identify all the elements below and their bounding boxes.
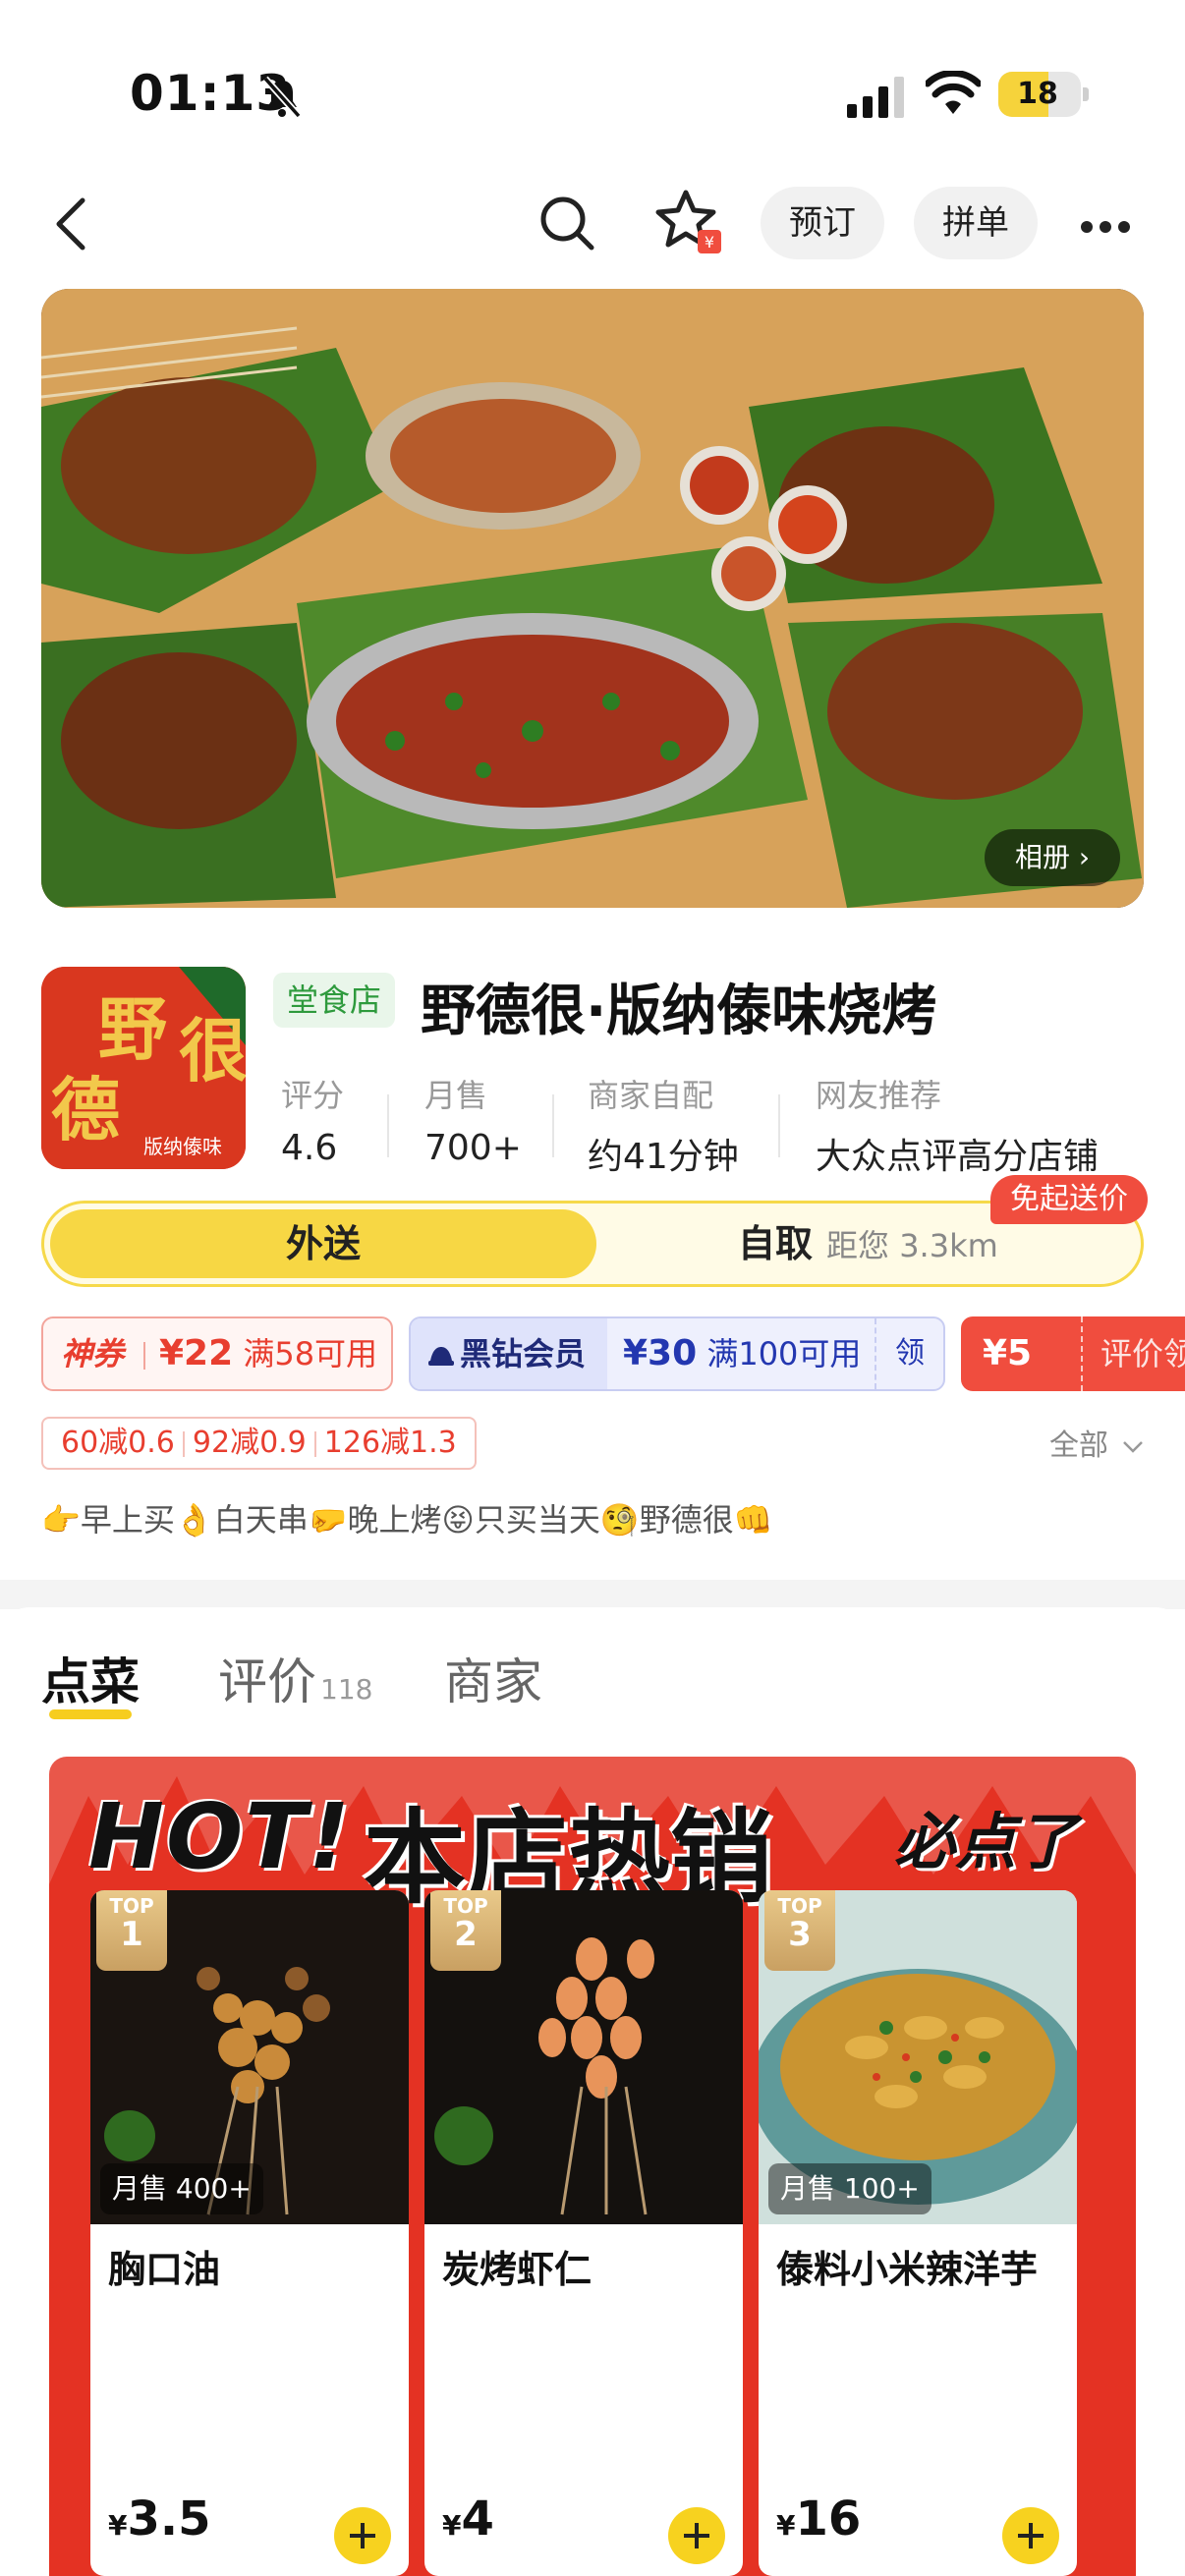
product-card[interactable]: TOP 2 炭烤虾仁 ¥4 <box>424 1890 743 2576</box>
status-bar: 01:13 18 <box>0 0 1185 187</box>
claim-button[interactable]: 领 <box>875 1318 943 1389</box>
stat-monthly-sales: 月售 700+ <box>424 1077 522 1168</box>
coupon-shenquan-condition: 满58可用 <box>243 1335 378 1372</box>
logo-char-2: 很 <box>179 1010 246 1092</box>
bbq-food-image <box>41 289 1144 908</box>
favorite-star-icon[interactable]: ¥ <box>652 187 725 259</box>
product-name: 炭烤虾仁 <box>442 2248 592 2291</box>
tab-order[interactable]: 点菜 <box>41 1643 140 1713</box>
product-price: ¥16 <box>776 2492 862 2547</box>
section-divider <box>0 1580 1185 1609</box>
more-icon[interactable] <box>1081 218 1140 233</box>
tab-reviews[interactable]: 评价 118 <box>218 1643 372 1713</box>
bell-muted-icon <box>262 76 302 119</box>
add-to-cart-button[interactable] <box>668 2507 725 2564</box>
vip-hat-icon <box>428 1347 454 1366</box>
coupon-review-text: 评价领 <box>1100 1335 1185 1372</box>
shop-name: 野德很·版纳傣味烧烤 <box>421 980 937 1043</box>
monthly-sold: 月售 400+ <box>100 2163 263 2214</box>
chevron-down-icon <box>1122 1440 1143 1453</box>
banner-signature: 必点了 <box>894 1806 1078 1877</box>
coupon-shenquan-tag: 神券 <box>61 1335 125 1372</box>
add-to-cart-button[interactable] <box>1002 2507 1059 2564</box>
logo-char-1: 野 <box>98 988 167 1070</box>
product-card[interactable]: TOP 3 月售 100+ 傣料小米辣洋芋 ¥16 <box>759 1890 1077 2576</box>
stat-recommendation[interactable]: 网友推荐 大众点评高分店铺 <box>816 1071 1099 1179</box>
logo-caption: 版纳傣味 <box>143 1135 222 1158</box>
coupon-review-amount: ¥5 <box>983 1333 1033 1373</box>
discount-rules: 60减0.6 92减0.9 126减1.3 <box>41 1417 477 1470</box>
hero-photo[interactable]: 相册 › <box>41 289 1144 908</box>
free-minimum-badge: 免起送价 <box>990 1175 1148 1224</box>
search-icon[interactable] <box>536 193 597 253</box>
stat-rating: 评分 4.6 <box>281 1077 345 1168</box>
stat-delivery-time: 商家自配 约41分钟 <box>588 1077 739 1177</box>
shop-slogan: 👉早上买👌白天串🤛晚上烤😝只买当天🧐野德很👊 <box>41 1501 773 1539</box>
group-order-button[interactable]: 拼单 <box>914 187 1038 259</box>
cellular-signal-icon <box>847 77 904 118</box>
all-offers-label: 全部 <box>1049 1428 1108 1463</box>
discount-item: 60减0.6 <box>61 1426 175 1460</box>
pickup-label: 自取 <box>738 1222 814 1265</box>
coupon-shenquan-amount: ¥22 <box>159 1333 234 1373</box>
tab-pickup[interactable]: 自取 距您 3.3km <box>738 1204 998 1284</box>
product-card[interactable]: TOP 1 月售 400+ 胸口油 ¥3.5 <box>90 1890 409 2576</box>
shop-stats: 评分 4.6 月售 700+ 商家自配 约41分钟 网友推荐 大众点评高分店铺 <box>281 1071 1146 1177</box>
rank-badge: TOP 1 <box>96 1890 167 1971</box>
shop-logo: 野 很 德 版纳傣味 <box>41 967 246 1169</box>
rank-badge: TOP 3 <box>764 1890 835 1971</box>
monthly-sold: 月售 100+ <box>768 2163 931 2214</box>
tab-delivery[interactable]: 外送 <box>50 1209 596 1278</box>
logo-char-3: 德 <box>51 1069 120 1150</box>
coupon-vip-condition: 满100可用 <box>706 1335 862 1372</box>
discount-item: 92减0.9 <box>192 1426 307 1460</box>
tab-reviews-label: 评价 <box>218 1653 316 1710</box>
svg-text:¥: ¥ <box>705 233 714 252</box>
product-name: 胸口油 <box>108 2248 221 2291</box>
tab-merchant[interactable]: 商家 <box>444 1643 542 1713</box>
coupon-review[interactable]: ¥5 评价领 <box>961 1316 1185 1391</box>
discount-item: 126减1.3 <box>323 1426 457 1460</box>
coupon-vip-amount: ¥30 <box>623 1333 698 1373</box>
album-button[interactable]: 相册 › <box>985 829 1120 886</box>
coupon-row: 神券 ¥22 满58可用 黑钻会员 ¥30 满100可用 领 ¥5 评价领 <box>41 1316 1185 1391</box>
dine-in-tag: 堂食店 <box>273 973 396 1028</box>
delivery-pickup-switch: 外送 自取 距您 3.3km <box>41 1201 1144 1287</box>
battery-indicator: 18 <box>998 72 1089 117</box>
product-price: ¥4 <box>442 2492 494 2547</box>
add-to-cart-button[interactable] <box>334 2507 391 2564</box>
back-icon[interactable] <box>49 195 98 253</box>
wifi-icon <box>926 71 981 114</box>
tab-reviews-count: 118 <box>320 1673 373 1706</box>
product-price: ¥3.5 <box>108 2492 211 2547</box>
coupon-black-diamond[interactable]: 黑钻会员 ¥30 满100可用 领 <box>409 1316 945 1391</box>
battery-level: 18 <box>1017 77 1058 111</box>
book-button[interactable]: 预订 <box>761 187 884 259</box>
coupon-vip-tag: 黑钻会员 <box>460 1335 587 1372</box>
all-offers-button[interactable]: 全部 <box>1049 1421 1144 1464</box>
pickup-distance: 距您 3.3km <box>826 1227 998 1264</box>
hot-label: HOT! <box>88 1784 352 1889</box>
product-name: 傣料小米辣洋芋 <box>776 2248 1039 2291</box>
active-tab-indicator <box>49 1709 132 1719</box>
coupon-shenquan[interactable]: 神券 ¥22 满58可用 <box>41 1316 393 1391</box>
rank-badge: TOP 2 <box>430 1890 501 1971</box>
